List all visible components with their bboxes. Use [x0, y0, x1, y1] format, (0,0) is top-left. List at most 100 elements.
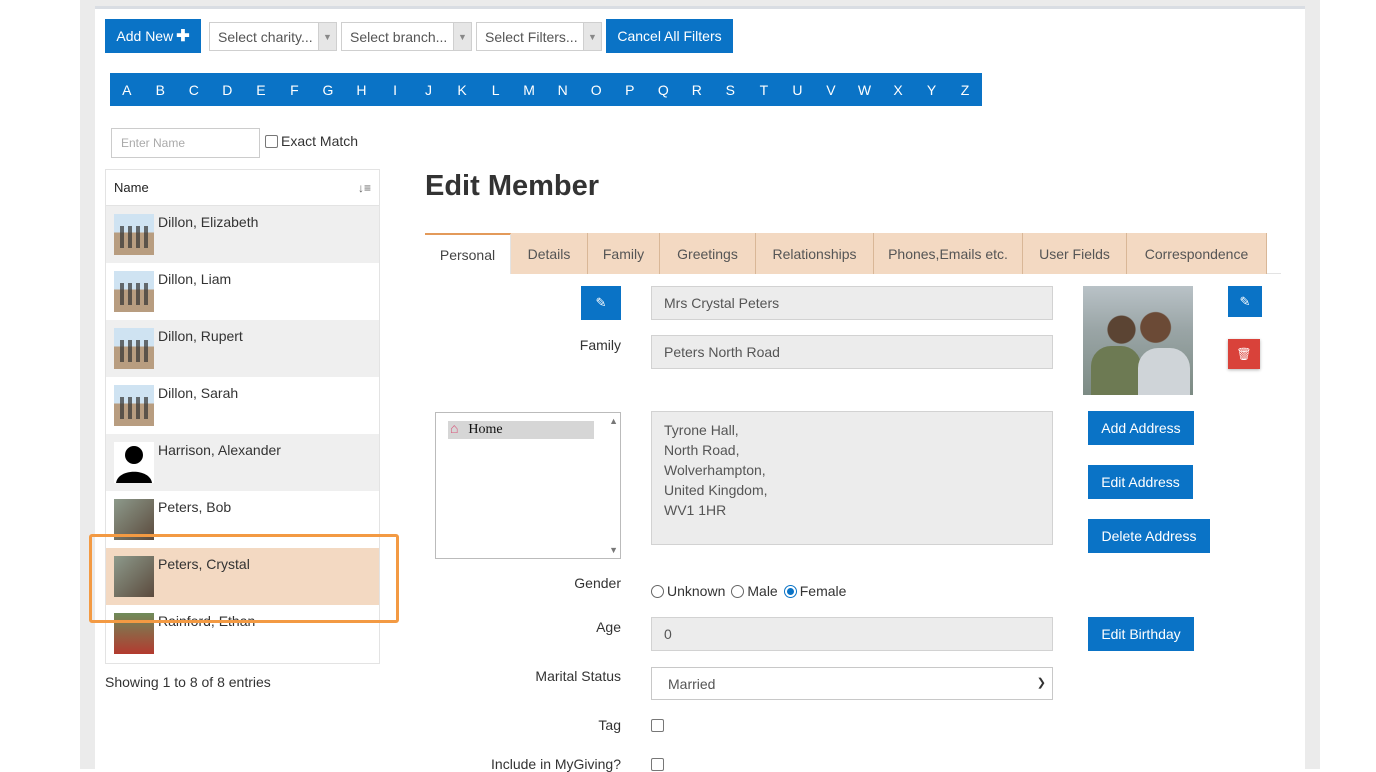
letter-filter-i[interactable]: I	[378, 73, 412, 106]
tab-details[interactable]: Details	[511, 233, 588, 274]
address-type-list[interactable]: ⌂ Home ▲ ▼	[435, 412, 621, 559]
letter-filter-h[interactable]: H	[345, 73, 379, 106]
letter-filter-j[interactable]: J	[412, 73, 446, 106]
tab-family[interactable]: Family	[588, 233, 660, 274]
trash-icon: 🗑	[1236, 347, 1252, 361]
age-label: Age	[596, 619, 621, 635]
scroll-up-icon[interactable]: ▲	[609, 416, 618, 426]
marital-status-label: Marital Status	[535, 668, 621, 684]
charity-select-value: Select charity...	[218, 28, 313, 45]
home-icon: ⌂	[450, 422, 459, 437]
gender-unknown-radio[interactable]	[651, 584, 664, 598]
filters-select[interactable]: Select Filters... ▼	[476, 22, 602, 51]
charity-dropdown-icon: ▼	[318, 23, 336, 50]
marital-status-select[interactable]: Married ❯	[651, 667, 1053, 700]
letter-filter-x[interactable]: X	[881, 73, 915, 106]
filters-select-value: Select Filters...	[485, 28, 578, 45]
letter-filter-p[interactable]: P	[613, 73, 647, 106]
tag-label: Tag	[598, 717, 621, 733]
letter-filter-y[interactable]: Y	[915, 73, 949, 106]
address-line: Tyrone Hall,	[664, 422, 739, 438]
scroll-down-icon[interactable]: ▼	[609, 545, 618, 555]
letter-filter-w[interactable]: W	[848, 73, 882, 106]
letter-filter-m[interactable]: M	[512, 73, 546, 106]
exact-match-label: Exact Match	[281, 133, 359, 149]
delete-address-button[interactable]: Delete Address	[1088, 519, 1210, 553]
tab-correspondence[interactable]: Correspondence	[1127, 233, 1267, 274]
letter-filter-o[interactable]: O	[579, 73, 613, 106]
branch-dropdown-icon: ▼	[453, 23, 471, 50]
edit-photo-button[interactable]: ✎	[1228, 286, 1262, 317]
edit-birthday-button[interactable]: Edit Birthday	[1088, 617, 1194, 651]
letter-filter-n[interactable]: N	[546, 73, 580, 106]
exact-match-option[interactable]: Exact Match	[265, 133, 358, 149]
selected-row-highlight	[89, 534, 399, 623]
gender-label: Gender	[574, 575, 621, 591]
member-name: Dillon, Liam	[158, 271, 232, 287]
add-new-button[interactable]: Add New ✚	[105, 19, 201, 53]
member-row[interactable]: Dillon, Liam	[106, 263, 379, 320]
address-type-label: Home	[468, 422, 503, 437]
member-row[interactable]: Harrison, Alexander	[106, 434, 379, 491]
age-field[interactable]: 0	[651, 617, 1053, 651]
plus-icon: ✚	[176, 28, 190, 45]
branch-select-value: Select branch...	[350, 28, 448, 45]
address-type-home[interactable]: ⌂ Home	[448, 421, 594, 439]
edit-name-button[interactable]: ✎	[581, 286, 621, 320]
letter-filter-d[interactable]: D	[211, 73, 245, 106]
letter-filter-b[interactable]: B	[144, 73, 178, 106]
letter-filter-r[interactable]: R	[680, 73, 714, 106]
marital-status-value: Married	[668, 675, 716, 692]
page-title: Edit Member	[425, 170, 600, 202]
member-row[interactable]: Dillon, Sarah	[106, 377, 379, 434]
mygiving-checkbox[interactable]	[651, 758, 664, 771]
member-tabs: Personal Details Family Greetings Relationsh…	[425, 233, 1281, 274]
name-search-input[interactable]: Enter Name	[111, 128, 260, 158]
filters-dropdown-icon: ▼	[583, 23, 601, 50]
letter-filter-e[interactable]: E	[244, 73, 278, 106]
tab-personal[interactable]: Personal	[425, 233, 511, 274]
letter-filter-z[interactable]: Z	[948, 73, 982, 106]
tab-greetings[interactable]: Greetings	[660, 233, 756, 274]
delete-photo-button[interactable]: 🗑	[1228, 339, 1260, 369]
exact-match-checkbox[interactable]	[265, 134, 278, 148]
gender-male-radio[interactable]	[731, 584, 745, 598]
member-list-header[interactable]: Name ↓≡	[106, 170, 379, 206]
member-name: Dillon, Sarah	[158, 385, 239, 401]
sort-alpha-icon[interactable]: ↓≡	[358, 181, 371, 195]
address-line: Wolverhampton,	[664, 462, 766, 478]
letter-filter-u[interactable]: U	[781, 73, 815, 106]
letter-filter-v[interactable]: V	[814, 73, 848, 106]
gender-female-label: Female	[799, 583, 847, 599]
member-avatar	[114, 214, 154, 255]
branch-select[interactable]: Select branch... ▼	[341, 22, 472, 51]
full-name-field[interactable]: Mrs Crystal Peters	[651, 286, 1053, 320]
add-address-button[interactable]: Add Address	[1088, 411, 1194, 445]
gender-female-radio[interactable]	[783, 584, 797, 598]
letter-filter-l[interactable]: L	[479, 73, 513, 106]
letter-filter-c[interactable]: C	[177, 73, 211, 106]
tab-relationships[interactable]: Relationships	[756, 233, 874, 274]
letter-filter-k[interactable]: K	[445, 73, 479, 106]
charity-select[interactable]: Select charity... ▼	[209, 22, 337, 51]
address-line: WV1 1HR	[664, 502, 727, 518]
edit-address-button[interactable]: Edit Address	[1088, 465, 1193, 499]
gender-unknown-label: Unknown	[667, 583, 726, 599]
tab-user-fields[interactable]: User Fields	[1023, 233, 1127, 274]
letter-filter-s[interactable]: S	[714, 73, 748, 106]
member-photo	[1083, 286, 1193, 395]
member-row[interactable]: Dillon, Rupert	[106, 320, 379, 377]
family-field[interactable]: Peters North Road	[651, 335, 1053, 369]
cancel-all-filters-button[interactable]: Cancel All Filters	[606, 19, 733, 53]
member-avatar	[114, 271, 154, 312]
address-line: United Kingdom,	[664, 482, 768, 498]
letter-filter-q[interactable]: Q	[647, 73, 681, 106]
letter-filter-t[interactable]: T	[747, 73, 781, 106]
letter-filter-f[interactable]: F	[278, 73, 312, 106]
name-column-header[interactable]: Name	[114, 180, 149, 195]
letter-filter-a[interactable]: A	[110, 73, 144, 106]
letter-filter-g[interactable]: G	[311, 73, 345, 106]
tag-checkbox[interactable]	[651, 719, 664, 732]
member-row[interactable]: Dillon, Elizabeth	[106, 206, 379, 263]
tab-phones-emails-etc[interactable]: Phones,Emails etc.	[874, 233, 1023, 274]
